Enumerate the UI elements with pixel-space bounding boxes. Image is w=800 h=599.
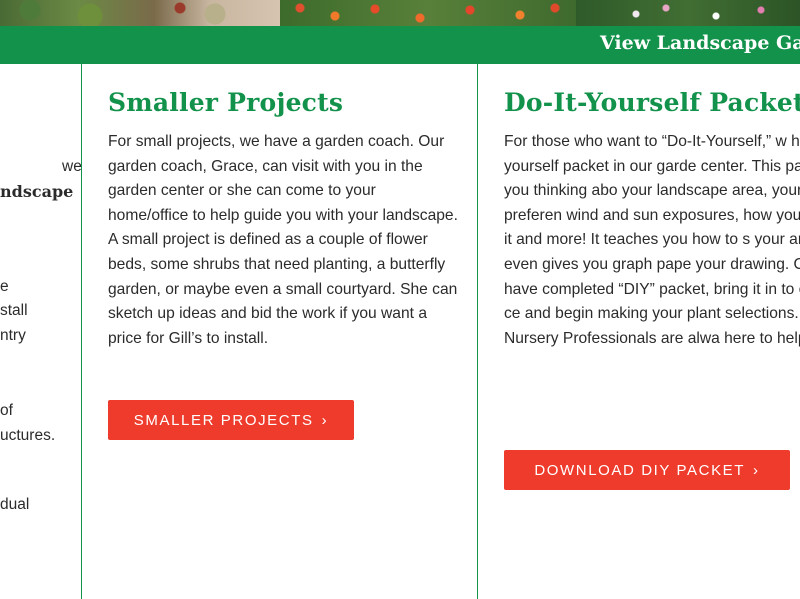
photo-strip [0, 0, 800, 26]
left-text-fragment: e [0, 278, 9, 295]
smaller-projects-button[interactable]: SMALLER PROJECTS › [108, 400, 354, 440]
garden-photo [0, 0, 280, 26]
chevron-right-icon: › [753, 461, 760, 479]
left-text-fragment: ntry [0, 327, 26, 344]
section-title: Smaller Projects [108, 88, 344, 117]
column-divider [477, 64, 478, 599]
button-label: SMALLER PROJECTS [133, 411, 314, 429]
page: View Landscape Ga we ndscape e stall ntr… [0, 0, 800, 599]
section-title: Do-It-Yourself Packet [504, 88, 800, 117]
left-text-fragment: dual [0, 496, 30, 513]
flowers-photo [280, 0, 576, 26]
section-body: For small projects, we have a garden coa… [108, 133, 458, 347]
left-text-fragment: stall [0, 302, 28, 319]
download-diy-packet-button[interactable]: DOWNLOAD DIY PACKET › [504, 450, 790, 490]
shrubs-photo [576, 0, 800, 26]
gallery-banner: View Landscape Ga [0, 26, 800, 64]
view-landscape-gallery-link[interactable]: View Landscape Ga [600, 32, 800, 54]
section-body: For those who want to “Do-It-Yourself,” … [504, 133, 800, 347]
left-text-fragment: uctures. [0, 427, 56, 444]
left-column: we ndscape e stall ntry of uctures. dual [0, 64, 81, 599]
column-divider [81, 64, 82, 599]
left-text-fragment: we [62, 158, 81, 175]
button-label: DOWNLOAD DIY PACKET [534, 461, 746, 479]
left-text-fragment: ndscape [0, 182, 74, 201]
left-text-fragment: of [0, 402, 13, 419]
chevron-right-icon: › [321, 411, 329, 429]
